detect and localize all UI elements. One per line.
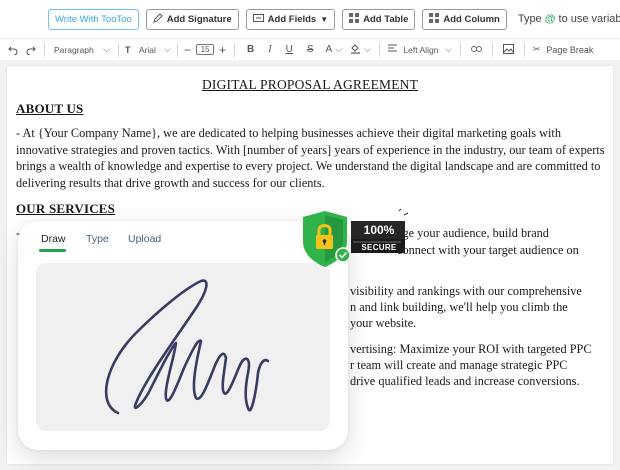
toolbar-divider [378, 42, 380, 57]
editor-page: Write With TooToo Add Signature Add Fiel… [0, 0, 620, 470]
write-with-tootoo-button[interactable]: Write With TooToo [48, 8, 139, 30]
services-line-6: vertising: Maximize your ROI with target… [350, 342, 592, 356]
font-size-value: 15 [200, 45, 210, 54]
toolbar-divider [491, 42, 493, 57]
services-line-2: connect with your target audience on [397, 243, 579, 257]
about-paragraph: - At {Your Company Name}, we are dedicat… [16, 126, 605, 190]
toolbar-divider [459, 42, 461, 57]
hint-symbol: @ [544, 13, 556, 25]
image-icon [502, 43, 514, 56]
toolbar-divider [44, 42, 45, 57]
font-family-value: Arial [138, 44, 156, 55]
insert-image-button[interactable] [502, 43, 514, 56]
increase-font-button[interactable]: + [219, 43, 226, 57]
font-family-select[interactable]: T Arial ⌵ [125, 44, 171, 55]
services-line-3: visibility and rankings with our compreh… [350, 284, 582, 298]
add-fields-button[interactable]: Add Fields ▼ [245, 8, 336, 30]
alignment-value: Left Align [403, 44, 439, 55]
toolbar-divider [523, 42, 525, 57]
alignment-select[interactable]: Left Align ⌵ [387, 44, 452, 55]
page-break-label: Page Break [546, 44, 594, 55]
drawn-signature [104, 279, 270, 415]
services-heading: OUR SERVICES [16, 201, 116, 216]
font-icon: T [125, 44, 131, 55]
strikethrough-button[interactable]: S [307, 44, 314, 55]
action-bar: Write With TooToo Add Signature Add Fiel… [0, 0, 620, 38]
link-icon [470, 45, 482, 55]
caret-down-icon: ▼ [320, 14, 329, 24]
badge-percent: 100% [363, 223, 395, 237]
document-title: DIGITAL PROPOSAL AGREEMENT [201, 77, 419, 92]
tab-draw[interactable]: Draw [41, 233, 66, 245]
signature-panel: Draw Type Upload [18, 221, 348, 450]
variables-hint: Type @ to use variables [518, 13, 620, 25]
add-column-button[interactable]: Add Column [422, 8, 507, 30]
text-color-button[interactable]: A ⌵ [326, 44, 343, 55]
add-signature-button[interactable]: Add Signature [145, 8, 239, 30]
write-with-tootoo-label: Write With TooToo [55, 13, 132, 25]
signature-draw-pad[interactable] [36, 263, 330, 431]
chevron-down-icon: ⌵ [103, 44, 110, 54]
checkmark-icon [335, 247, 351, 263]
bold-icon: B [247, 44, 255, 55]
services-line-8: drive qualified leads and increase conve… [350, 374, 580, 388]
toolbar-divider [177, 42, 178, 57]
plus-icon: + [219, 42, 227, 57]
tab-upload[interactable]: Upload [128, 233, 161, 245]
italic-button[interactable]: I [268, 44, 271, 55]
highlight-color-button[interactable]: ⌵ [350, 43, 371, 56]
paragraph-style-select[interactable]: Paragraph ⌵ [54, 44, 110, 55]
active-tab-indicator [39, 249, 66, 252]
tab-type[interactable]: Type [86, 233, 109, 245]
services-line-1: age your audience, build brand [397, 226, 549, 240]
underline-button[interactable]: U [286, 44, 293, 55]
column-icon [429, 12, 440, 26]
hint-suffix: to use variables [558, 13, 620, 25]
toolbar-divider [234, 42, 236, 57]
decrease-font-button[interactable]: − [184, 43, 191, 57]
add-signature-label: Add Signature [166, 13, 232, 25]
secure-badge: 100% SECURE [301, 209, 411, 269]
chevron-down-icon: ⌵ [335, 44, 343, 54]
hint-prefix: Type [517, 13, 545, 25]
services-line-5: your website. [350, 316, 417, 330]
fill-bucket-icon [350, 43, 361, 56]
add-table-button[interactable]: Add Table [342, 8, 416, 30]
text-color-icon: A [325, 44, 333, 55]
bold-button[interactable]: B [247, 44, 254, 55]
scissors-icon: ✂ [532, 44, 541, 54]
table-icon [349, 12, 360, 26]
badge-label: SECURE [361, 243, 397, 252]
services-line-4: n and link building, we'll help you clim… [350, 300, 568, 314]
font-size-input[interactable]: 15 [196, 44, 215, 55]
minus-icon: − [184, 42, 192, 57]
add-table-label: Add Table [363, 13, 409, 25]
pen-icon [152, 12, 163, 26]
about-heading: ABOUT US [16, 101, 84, 116]
chevron-down-icon: ⌵ [445, 44, 452, 54]
toolbar-divider [118, 42, 119, 57]
format-toolbar: Paragraph ⌵ T Arial ⌵ − 15 + B I U S A ⌵ … [0, 38, 620, 60]
underline-icon: U [285, 44, 293, 55]
chevron-down-icon: ⌵ [364, 44, 371, 54]
paragraph-style-value: Paragraph [54, 44, 94, 55]
page-break-button[interactable]: ✂ Page Break [533, 44, 594, 55]
link-button[interactable] [470, 45, 482, 55]
italic-icon: I [268, 44, 272, 55]
fields-icon [252, 13, 264, 26]
align-left-icon [387, 44, 397, 55]
undo-icon[interactable] [8, 45, 18, 55]
services-line-7: r team will create and manage strategic … [350, 358, 568, 372]
strikethrough-icon: S [306, 44, 314, 55]
chevron-down-icon: ⌵ [164, 44, 171, 54]
add-fields-label: Add Fields [267, 13, 317, 25]
add-column-label: Add Column [443, 13, 500, 25]
redo-icon[interactable] [26, 45, 36, 55]
